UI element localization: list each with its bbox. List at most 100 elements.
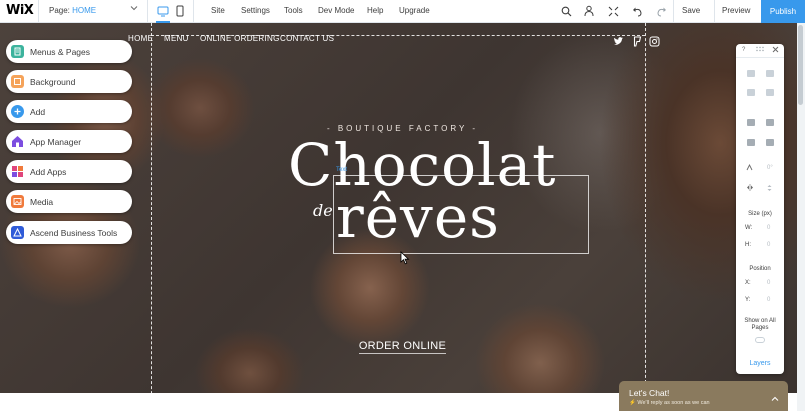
chat-title: Let's Chat! — [629, 388, 670, 398]
wix-logo: WiX — [6, 3, 34, 18]
background-button[interactable]: Background — [6, 70, 132, 93]
order-online-label: ORDER ONLINE — [358, 340, 447, 354]
divider — [147, 0, 148, 23]
width-value[interactable]: 0 — [767, 225, 770, 231]
selection-type-tag: Text — [336, 167, 348, 173]
foursquare-icon[interactable] — [632, 34, 643, 47]
chat-subtitle-text: We'll reply as soon as we can — [637, 400, 710, 406]
undo-icon[interactable] — [629, 3, 645, 19]
arrange-forward-icon[interactable] — [747, 119, 755, 126]
height-label: H: — [745, 242, 751, 248]
copy-icon[interactable] — [747, 70, 755, 77]
inspector-panel: ? 0° Size (px) W: 0 H: 0 Position X: 0 Y… — [736, 44, 784, 374]
media-icon — [11, 195, 24, 208]
save-button[interactable]: Save — [682, 6, 700, 15]
search-icon[interactable] — [558, 3, 574, 19]
distribute-icon[interactable] — [766, 139, 774, 146]
show-on-all-pages-label: Show on All Pages — [744, 318, 776, 331]
show-on-all-pages-toggle[interactable] — [755, 337, 765, 343]
divider — [673, 0, 674, 23]
site-nav-contact[interactable]: CONTACT US — [280, 34, 334, 43]
page-value: HOME — [72, 6, 97, 15]
site-nav-online-ordering[interactable]: ONLINE ORDERING — [200, 34, 280, 43]
delete-icon[interactable] — [766, 89, 774, 96]
page-selector[interactable]: Page: HOME — [49, 6, 96, 15]
paste-icon[interactable] — [766, 70, 774, 77]
background-label: Background — [30, 76, 76, 87]
site-nav-menu[interactable]: MENU — [164, 34, 189, 43]
zoom-out-icon[interactable] — [605, 3, 621, 19]
twitter-icon[interactable] — [613, 34, 624, 45]
layers-link[interactable]: Layers — [736, 360, 784, 367]
background-icon — [11, 75, 24, 88]
desktop-view-icon[interactable] — [157, 4, 169, 18]
people-icon[interactable] — [581, 3, 597, 19]
redo-icon[interactable] — [653, 3, 669, 19]
x-label: X: — [745, 280, 751, 286]
drag-handle-icon[interactable] — [756, 46, 764, 54]
grid-guide-right — [645, 23, 646, 393]
menu-site[interactable]: Site — [211, 6, 225, 15]
x-value[interactable]: 0 — [767, 280, 770, 286]
width-label: W: — [745, 225, 753, 231]
menu-help[interactable]: Help — [367, 6, 383, 15]
ascend-label: Ascend Business Tools — [30, 227, 118, 238]
rotate-icon[interactable] — [746, 163, 753, 173]
site-nav-home[interactable]: HOME — [128, 34, 153, 43]
mouse-cursor-icon — [400, 251, 410, 270]
align-icon[interactable] — [747, 139, 755, 146]
menus-pages-button[interactable]: Menus & Pages — [6, 40, 132, 63]
plus-icon — [11, 105, 24, 118]
app-manager-icon — [11, 135, 24, 148]
editor-top-bar: WiX Page: HOME Site Settings Tools Dev M… — [0, 0, 805, 23]
menu-tools[interactable]: Tools — [284, 6, 303, 15]
vertical-scrollbar[interactable] — [797, 23, 805, 411]
arrange-backward-icon[interactable] — [766, 119, 774, 126]
menu-dev-mode[interactable]: Dev Mode — [318, 6, 354, 15]
divider — [193, 0, 194, 23]
instagram-icon[interactable] — [649, 34, 660, 47]
flip-horizontal-icon[interactable] — [746, 184, 754, 193]
size-heading: Size (px) — [748, 211, 772, 217]
y-value[interactable]: 0 — [767, 297, 770, 303]
media-button[interactable]: Media — [6, 190, 132, 213]
close-icon[interactable] — [772, 46, 779, 55]
add-button[interactable]: Add — [6, 100, 132, 123]
media-label: Media — [30, 196, 54, 207]
inspector-header: ? — [736, 44, 784, 58]
flip-vertical-icon[interactable] — [766, 184, 773, 194]
add-label: Add — [30, 106, 46, 117]
ascend-icon — [11, 226, 24, 239]
add-apps-button[interactable]: Add Apps — [6, 160, 132, 183]
y-label: Y: — [745, 297, 751, 303]
position-heading: Position — [749, 266, 771, 272]
preview-button[interactable]: Preview — [722, 6, 750, 15]
app-manager-label: App Manager — [30, 136, 82, 147]
page-prefix: Page: — [49, 6, 70, 15]
chat-widget[interactable]: Let's Chat! ⚡ We'll reply as soon as we … — [619, 381, 788, 411]
publish-button[interactable]: Publish — [761, 0, 805, 23]
ascend-business-tools-button[interactable]: Ascend Business Tools — [6, 221, 132, 244]
grid-guide-left — [151, 23, 152, 393]
divider — [714, 0, 715, 23]
add-apps-label: Add Apps — [30, 166, 67, 177]
menus-pages-label: Menus & Pages — [30, 46, 91, 57]
site-title-de[interactable]: de — [313, 201, 333, 220]
site-title-line2[interactable]: rêves — [336, 183, 500, 251]
chat-subtitle: ⚡ We'll reply as soon as we can — [629, 400, 710, 406]
divider — [38, 0, 39, 23]
help-icon[interactable]: ? — [742, 47, 745, 53]
menu-settings[interactable]: Settings — [241, 6, 270, 15]
apps-icon — [11, 165, 24, 178]
menu-upgrade[interactable]: Upgrade — [399, 6, 430, 15]
height-value[interactable]: 0 — [767, 242, 770, 248]
mobile-view-icon[interactable] — [174, 4, 186, 18]
chevron-down-icon[interactable] — [130, 4, 138, 14]
duplicate-icon[interactable] — [747, 89, 755, 96]
rotation-value[interactable]: 0° — [767, 165, 773, 171]
pages-icon — [11, 45, 24, 58]
order-online-link[interactable]: ORDER ONLINE — [0, 340, 805, 354]
app-manager-button[interactable]: App Manager — [6, 130, 132, 153]
scrollbar-thumb[interactable] — [798, 25, 803, 105]
chevron-up-icon[interactable] — [771, 390, 779, 401]
